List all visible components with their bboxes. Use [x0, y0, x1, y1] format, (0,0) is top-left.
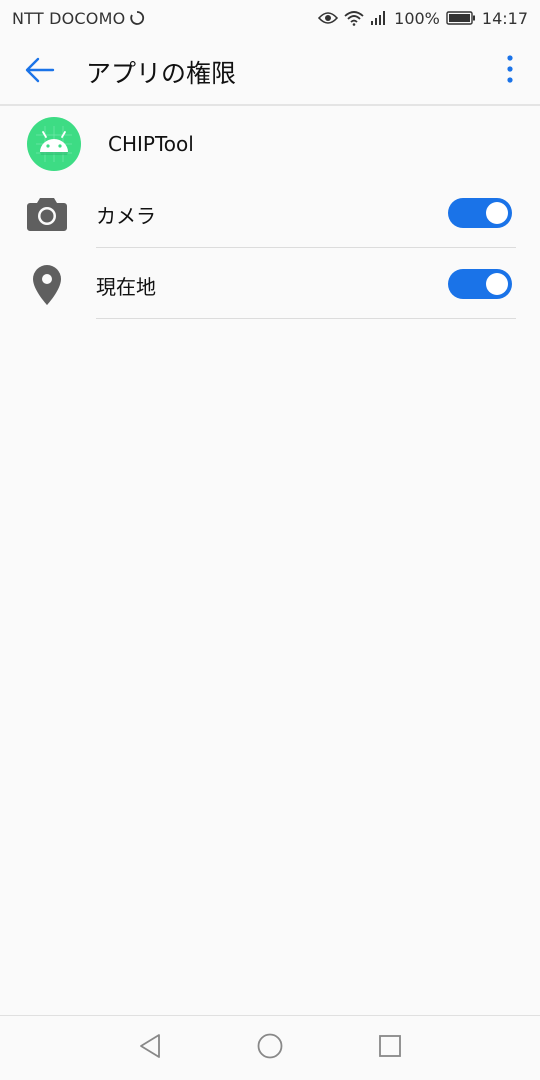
signal-icon	[370, 10, 388, 26]
divider	[96, 318, 516, 319]
triangle-back-icon	[138, 1033, 162, 1063]
battery-percent: 100%	[394, 8, 440, 28]
wifi-icon	[344, 10, 364, 26]
more-vert-icon	[507, 55, 513, 87]
camera-icon	[26, 193, 68, 235]
status-icons: 100% 14:17	[318, 7, 528, 29]
sync-icon	[129, 10, 145, 30]
app-permissions-screen: NTT DOCOMO 100% 14:17 アプリの権限 CHIPTool カメ…	[0, 0, 540, 1080]
toggle-knob	[486, 202, 508, 224]
circle-home-icon	[256, 1032, 284, 1064]
permission-row-location[interactable]: 現在地	[0, 249, 540, 319]
nav-recents-button[interactable]	[374, 1032, 406, 1064]
back-arrow-icon	[25, 57, 55, 87]
android-app-icon	[27, 117, 81, 171]
permission-label: 現在地	[96, 275, 156, 299]
app-bar: アプリの権限	[0, 36, 540, 106]
overflow-menu-button[interactable]	[498, 54, 522, 88]
location-permission-toggle[interactable]	[448, 269, 512, 299]
location-pin-icon	[26, 264, 68, 306]
clock: 14:17	[481, 8, 528, 28]
eye-icon	[318, 11, 339, 25]
toggle-knob	[486, 273, 508, 295]
app-name: CHIPTool	[108, 132, 194, 156]
nav-home-button[interactable]	[254, 1032, 286, 1064]
navigation-bar	[0, 1015, 540, 1080]
carrier-label: NTT DOCOMO	[12, 9, 126, 28]
back-button[interactable]	[20, 52, 60, 92]
permission-label: カメラ	[96, 204, 156, 228]
app-header: CHIPTool	[0, 112, 540, 176]
divider	[96, 247, 516, 248]
status-bar: NTT DOCOMO 100% 14:17	[0, 0, 540, 36]
camera-permission-toggle[interactable]	[448, 198, 512, 228]
battery-icon	[446, 11, 476, 25]
page-title: アプリの権限	[86, 59, 237, 88]
permission-row-camera[interactable]: カメラ	[0, 178, 540, 248]
nav-back-button[interactable]	[134, 1032, 166, 1064]
square-recents-icon	[378, 1034, 402, 1062]
